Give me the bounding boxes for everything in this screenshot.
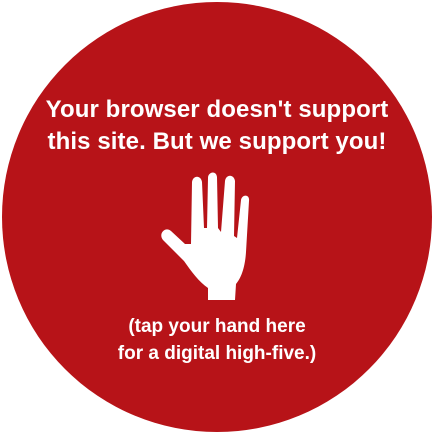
high-five-hint: (tap your hand here for a digital high-f…: [60, 313, 374, 367]
unsupported-browser-notice: Your browser doesn't support this site. …: [0, 0, 434, 434]
unsupported-message: Your browser doesn't support this site. …: [30, 94, 404, 158]
headline-line-2: this site. But we support you!: [47, 128, 387, 155]
raised-hand-icon[interactable]: [150, 164, 258, 304]
hint-line-2: for a digital high-five.): [117, 343, 317, 364]
hint-line-1: (tap your hand here: [128, 316, 306, 337]
headline-line-1: Your browser doesn't support: [45, 96, 389, 123]
